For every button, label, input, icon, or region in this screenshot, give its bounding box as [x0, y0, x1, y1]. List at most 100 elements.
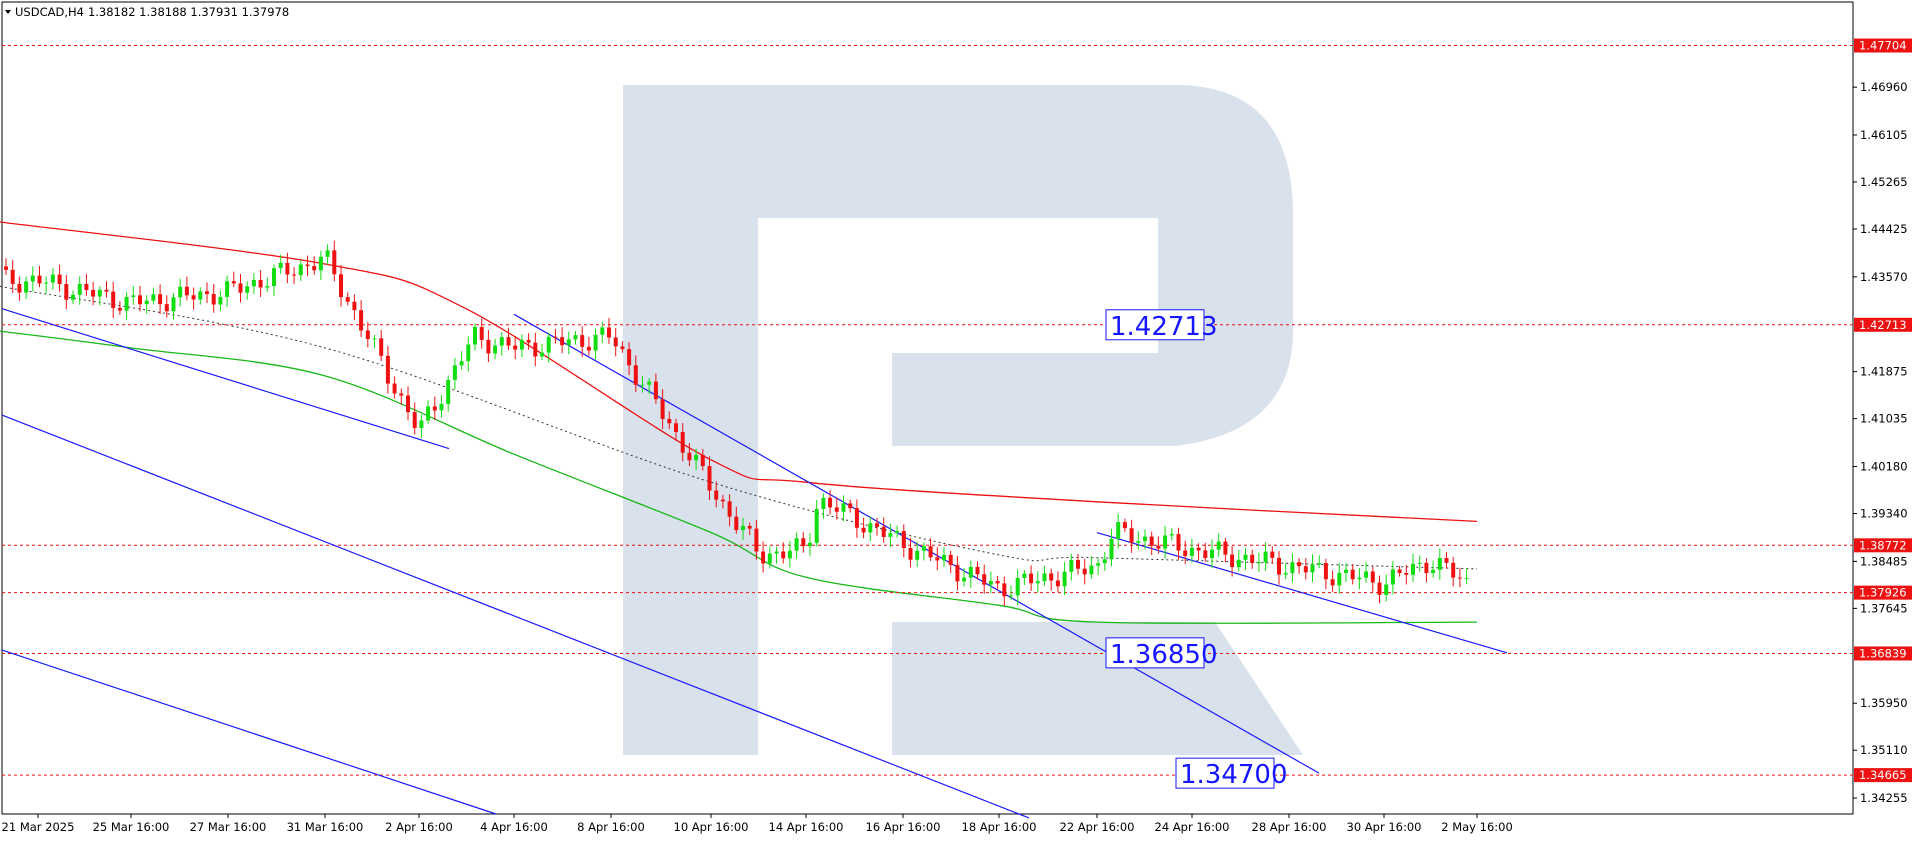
- candle-body-149: [995, 581, 1000, 584]
- candle-body-19: [124, 296, 129, 311]
- x-tick-label-6: 4 Apr 16:00: [480, 820, 548, 834]
- candle-body-108: [720, 499, 725, 502]
- candle-body-199: [1330, 579, 1335, 586]
- candle-body-77: [513, 345, 518, 350]
- candle-body-117: [781, 551, 786, 559]
- candle-body-163: [1089, 565, 1094, 575]
- candle-body-17: [111, 291, 116, 309]
- y-tick-label-3: 1.46105: [1860, 128, 1908, 142]
- candle-body-37: [245, 286, 250, 293]
- candle-body-190: [1270, 551, 1275, 558]
- candle-body-124: [828, 497, 833, 508]
- candle-body-215: [1437, 558, 1442, 570]
- symbol-label: USDCAD,H4: [15, 5, 84, 19]
- candle-body-137: [915, 550, 920, 560]
- candle-body-169: [1129, 528, 1134, 543]
- candle-body-50: [332, 250, 337, 275]
- candle-body-125: [834, 507, 839, 512]
- x-axis: 21 Mar 2025 25 Mar 16:00 27 Mar 16:00 31 Ma…: [2, 814, 1513, 834]
- candle-body-41: [272, 268, 276, 287]
- candle-body-191: [1277, 557, 1281, 575]
- menu-triangle-icon[interactable]: [5, 10, 11, 14]
- candle-body-43: [285, 262, 290, 275]
- y-tick-label-4: 1.45265: [1860, 175, 1908, 189]
- candle-body-114: [761, 551, 766, 564]
- header-text: USDCAD,H4 1.38182 1.38188 1.37931 1.37978: [15, 5, 289, 19]
- candle-body-177: [1183, 550, 1188, 556]
- level-tag-text-4: 1.37926: [1859, 586, 1907, 600]
- candle-body-208: [1390, 569, 1395, 585]
- candle-body-202: [1350, 569, 1355, 580]
- x-tick-label-11: 18 Apr 16:00: [962, 820, 1037, 834]
- candle-body-147: [982, 574, 987, 585]
- candle-body-119: [794, 538, 799, 551]
- candle-body-76: [506, 337, 511, 346]
- candle-body-185: [1236, 559, 1241, 568]
- candle-body-103: [687, 452, 692, 461]
- candle-body-118: [787, 550, 792, 559]
- y-tick-label-15: 1.35950: [1860, 696, 1908, 710]
- candle-body-183: [1223, 541, 1228, 555]
- candle-body-31: [205, 291, 209, 294]
- candle-body-218: [1457, 577, 1462, 579]
- candle-body-59: [392, 383, 397, 394]
- candle-body-198: [1323, 563, 1328, 580]
- candle-body-145: [968, 566, 973, 578]
- y-tick-label-16: 1.35110: [1860, 743, 1908, 757]
- candle-body-150: [1002, 583, 1007, 597]
- candle-body-216: [1444, 558, 1449, 563]
- trend-line-3: [1, 649, 497, 815]
- candle-body-173: [1156, 545, 1161, 549]
- candle-body-136: [908, 548, 913, 560]
- candle-body-148: [988, 581, 993, 585]
- candle-body-89: [593, 334, 598, 351]
- candle-body-79: [526, 339, 531, 343]
- candle-body-184: [1230, 554, 1235, 568]
- candle-body-213: [1424, 562, 1429, 574]
- candle-body-36: [238, 283, 243, 293]
- candle-body-56: [372, 338, 377, 340]
- candle-body-153: [1022, 573, 1027, 578]
- candle-body-210: [1404, 572, 1409, 575]
- candle-body-130: [868, 523, 873, 533]
- level-tag-text-1: 1.47704: [1859, 39, 1907, 53]
- candle-body-5: [30, 275, 35, 282]
- x-tick-label-2: 25 Mar 16:00: [93, 820, 170, 834]
- candle-body-207: [1384, 584, 1389, 595]
- candle-body-47: [312, 266, 317, 271]
- candle-body-16: [104, 289, 109, 292]
- candle-body-80: [533, 342, 538, 357]
- candle-body-192: [1283, 573, 1288, 575]
- candle-body-165: [1102, 559, 1107, 564]
- candle-body-134: [895, 531, 900, 534]
- y-axis: 1.47704 1.42713 1.38772 1.37926 1.36839 1.346…: [1853, 38, 1912, 805]
- y-tick-label-8: 1.41875: [1860, 365, 1908, 379]
- candle-body-212: [1417, 562, 1422, 564]
- candle-body-217: [1451, 562, 1456, 578]
- candle-body-97: [647, 381, 652, 385]
- candle-body-219: [1464, 577, 1469, 579]
- candle-body-11: [71, 294, 75, 300]
- y-tick-label-6: 1.43570: [1860, 270, 1908, 284]
- candle-body-55: [365, 330, 370, 340]
- candle-body-205: [1370, 571, 1375, 583]
- trend-line-1: [1, 308, 450, 450]
- price-chart[interactable]: 1.42713 1.36850 1.34700 1.47704 1.42713 1.38…: [0, 0, 1916, 840]
- candle-body-107: [714, 490, 719, 500]
- candle-body-45: [298, 264, 303, 276]
- candle-body-206: [1377, 582, 1382, 595]
- candle-body-29: [191, 295, 196, 300]
- candle-body-112: [747, 525, 752, 529]
- candle-body-151: [1009, 595, 1013, 597]
- candle-body-67: [446, 379, 451, 404]
- candle-body-54: [359, 310, 364, 331]
- candle-body-162: [1082, 568, 1087, 575]
- candle-body-146: [975, 566, 980, 575]
- y-tick-label-13: 1.37645: [1860, 601, 1908, 615]
- chart-canvas[interactable]: 1.42713 1.36850 1.34700 1.47704 1.42713 1.38…: [0, 0, 1916, 840]
- candle-body-188: [1256, 562, 1261, 564]
- candle-body-110: [734, 516, 739, 531]
- candle-body-69: [459, 361, 464, 366]
- candle-body-182: [1216, 541, 1221, 550]
- x-tick-label-9: 14 Apr 16:00: [769, 820, 844, 834]
